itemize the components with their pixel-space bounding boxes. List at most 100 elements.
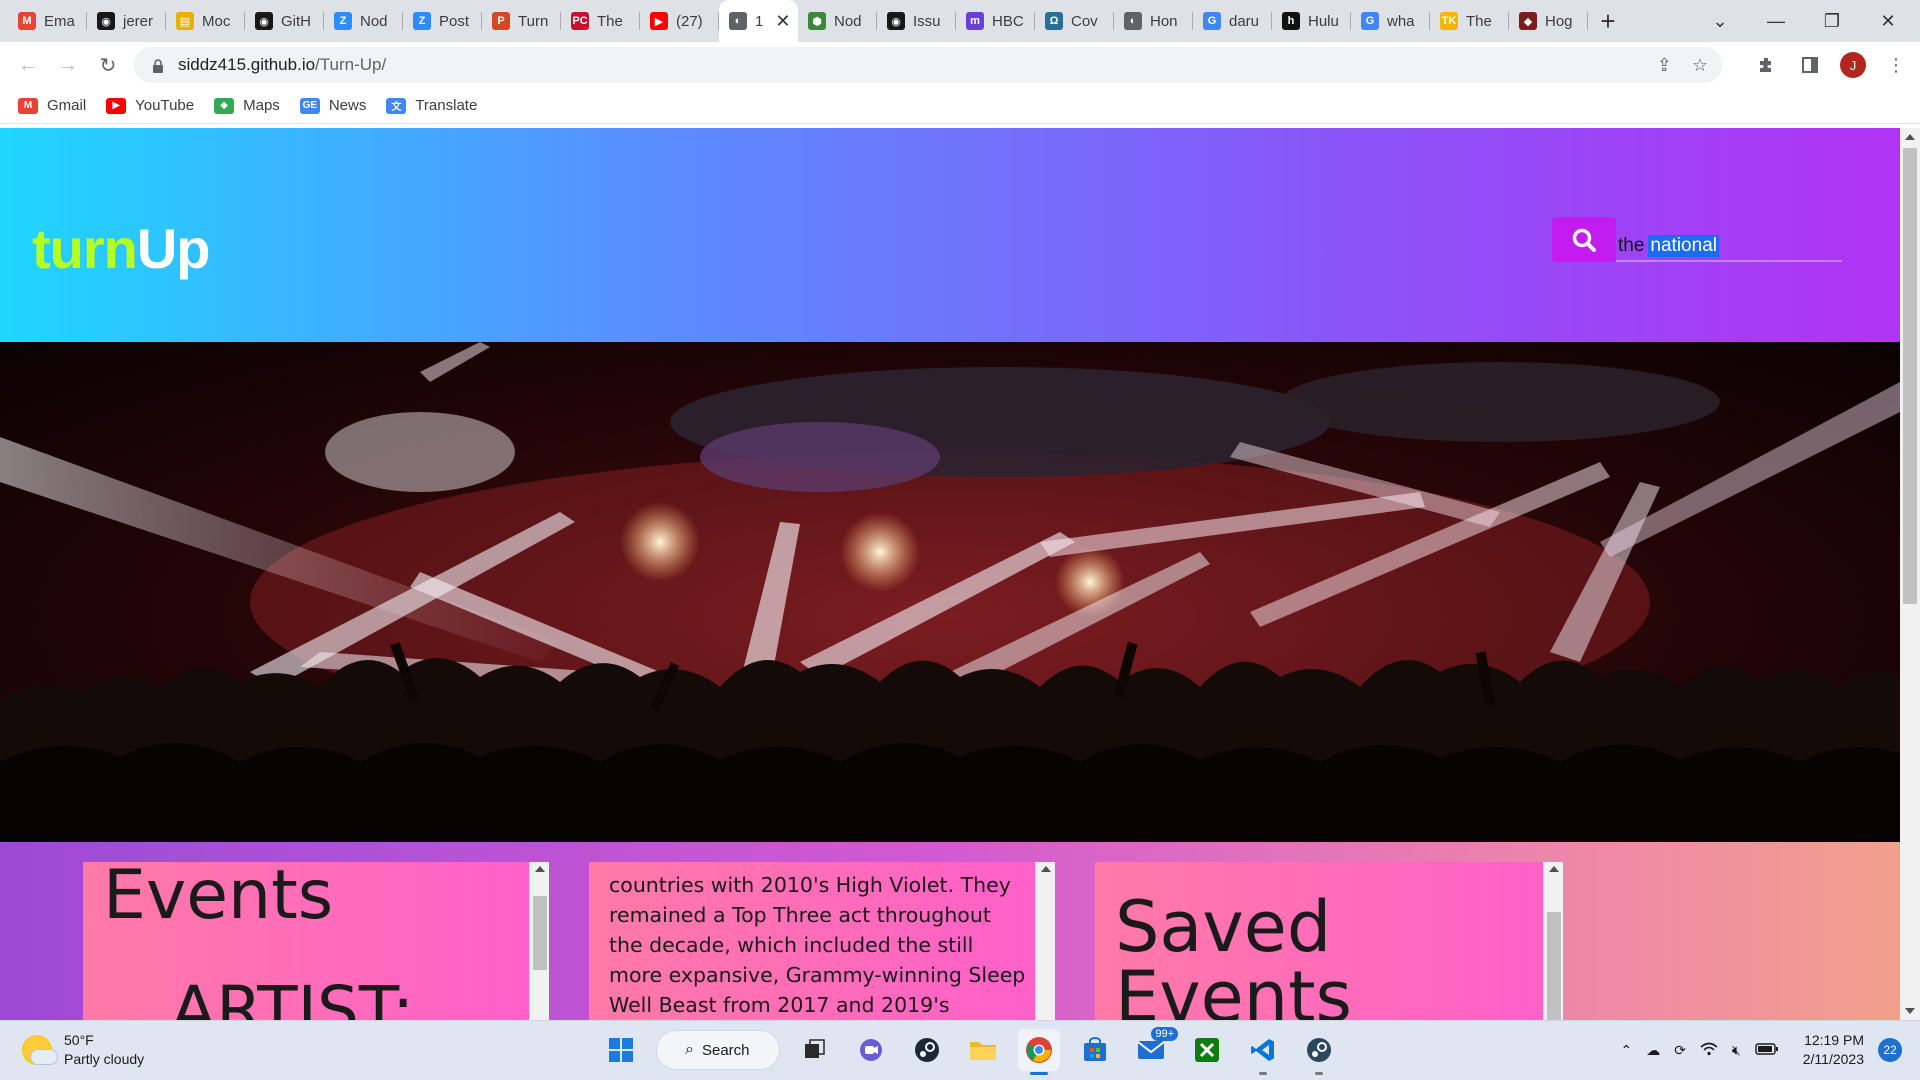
tab-search-icon[interactable]: ⌄ [1692, 0, 1748, 42]
pcgamer-icon: PC [571, 12, 589, 30]
artist-bio-panel[interactable]: countries with 2010's High Violet. They … [589, 862, 1055, 1020]
taskbar-apps: ⌕ Search 99+ [600, 1027, 1340, 1075]
battery-icon[interactable] [1755, 1042, 1779, 1058]
chrome-taskbar-button[interactable] [1018, 1029, 1060, 1075]
bookmark-maps[interactable]: ◆ Maps [214, 97, 280, 114]
browser-tab[interactable]: ▶ (27) [640, 0, 719, 42]
menu-kebab-icon[interactable]: ⋮ [1882, 45, 1910, 85]
tab-label: The [597, 12, 623, 30]
bookmark-youtube[interactable]: ▶ YouTube [106, 97, 194, 114]
bio-scrollbar[interactable] [1035, 862, 1055, 1020]
tab-label: Ema [44, 12, 75, 30]
close-tab-icon[interactable]: ✕ [775, 11, 790, 32]
search-magnifier-icon: ⌕ [685, 1041, 694, 1058]
chrome-icon [1026, 1037, 1052, 1063]
browser-tab[interactable]: ◐ 1 ✕ [719, 0, 798, 42]
search-icon [1572, 228, 1596, 252]
taskbar-search[interactable]: ⌕ Search [656, 1030, 780, 1070]
browser-tab[interactable]: P Turn [482, 0, 561, 42]
browser-tab[interactable]: ▤ Moc [166, 0, 245, 42]
new-tab-button[interactable]: + [1588, 0, 1628, 42]
onedrive-cloud-icon[interactable]: ☁ [1646, 1042, 1660, 1059]
steam-icon [1307, 1038, 1331, 1062]
browser-tab[interactable]: ◉ Issu [877, 0, 956, 42]
news-icon: GE [299, 97, 320, 114]
mail-icon [1137, 1041, 1165, 1059]
bookmarks-bar: M Gmail ▶ YouTube ◆ Maps GE News 文 Translate [0, 88, 1920, 124]
mail-taskbar-button[interactable]: 99+ [1130, 1027, 1178, 1071]
steam-client-taskbar-button[interactable] [1298, 1029, 1340, 1075]
browser-tab[interactable]: PC The [561, 0, 640, 42]
browser-tab[interactable]: M Ema [8, 0, 87, 42]
browser-tab[interactable]: TK The [1430, 0, 1509, 42]
youtube-icon: ▶ [650, 12, 668, 30]
forward-button[interactable]: → [48, 45, 88, 85]
browser-tab[interactable]: h Hulu [1272, 0, 1351, 42]
volume-muted-icon[interactable]: 🔇︎ [1732, 1042, 1741, 1059]
bookmark-gmail[interactable]: M Gmail [18, 97, 86, 114]
hogwarts-icon: ◆ [1519, 12, 1537, 30]
taskbar-search-label: Search [701, 1041, 750, 1059]
tab-label: Nod [834, 12, 862, 30]
tab-label: Moc [202, 12, 231, 30]
share-icon[interactable]: ⇪ [1657, 55, 1672, 76]
wifi-icon[interactable] [1700, 1042, 1718, 1059]
close-window-button[interactable]: ✕ [1860, 0, 1916, 42]
steam-taskbar-button[interactable] [906, 1029, 948, 1071]
browser-tab[interactable]: Gwha [1351, 0, 1430, 42]
show-hidden-icons-chevron-icon[interactable]: ⌃ [1620, 1042, 1632, 1059]
browser-tab[interactable]: ◆ Hog [1509, 0, 1588, 42]
scroll-up-arrow-icon[interactable] [1905, 134, 1915, 140]
side-panel-icon[interactable] [1796, 45, 1824, 85]
store-taskbar-button[interactable] [1074, 1029, 1116, 1071]
browser-tab[interactable]: Ω Cov [1035, 0, 1114, 42]
browser-tab[interactable]: Z Post [403, 0, 482, 42]
site-logo[interactable]: turnUp [32, 216, 211, 281]
bookmark-label: News [328, 97, 367, 114]
clock-date: 2/11/2023 [1802, 1051, 1864, 1067]
bookmark-news[interactable]: GE News [299, 97, 367, 114]
xbox-taskbar-button[interactable] [1186, 1029, 1228, 1071]
search-text: the [1618, 235, 1645, 256]
browser-tab[interactable]: Z Nod [324, 0, 403, 42]
events-panel[interactable]: Events ARTIST: [83, 862, 549, 1020]
teams-chat-button[interactable] [850, 1029, 892, 1071]
page-scrollbar[interactable] [1900, 128, 1920, 1020]
browser-tab[interactable]: Gdaru [1193, 0, 1272, 42]
youtube-icon: ▶ [106, 97, 127, 114]
page-scroll-thumb[interactable] [1903, 148, 1917, 604]
events-scrollbar[interactable] [529, 862, 549, 1020]
notification-count[interactable]: 22 [1878, 1038, 1902, 1062]
profile-avatar[interactable]: J [1840, 52, 1866, 78]
browser-tab[interactable]: ◐ Hon [1114, 0, 1193, 42]
minimize-button[interactable]: — [1748, 0, 1804, 42]
sync-icon[interactable]: ⟳ [1674, 1042, 1686, 1059]
scroll-down-arrow-icon[interactable] [1905, 1008, 1915, 1014]
bookmark-translate[interactable]: 文 Translate [386, 97, 477, 114]
bookmark-star-icon[interactable]: ☆ [1692, 55, 1708, 76]
task-view-button[interactable] [794, 1029, 836, 1071]
address-bar[interactable]: siddz415.github.io/Turn-Up/ ⇪ ☆ [134, 47, 1722, 83]
clock[interactable]: 12:19 PM 2/11/2023 [1803, 1031, 1864, 1069]
extensions-icon[interactable] [1752, 45, 1780, 85]
artist-search-input[interactable]: the national [1616, 232, 1842, 262]
partly-cloudy-icon [22, 1035, 58, 1065]
tab-label: Hulu [1308, 12, 1339, 30]
vscode-taskbar-button[interactable] [1242, 1029, 1284, 1075]
bookmark-label: Translate [415, 97, 478, 114]
browser-tab[interactable]: ⬢ Nod [798, 0, 877, 42]
m-logo-icon: m [966, 12, 984, 30]
weather-temperature: 50°F [64, 1032, 94, 1048]
saved-events-panel[interactable]: Saved Events [1095, 862, 1563, 1020]
browser-tab[interactable]: m HBC [956, 0, 1035, 42]
back-button[interactable]: ← [8, 45, 48, 85]
restore-button[interactable]: ❐ [1804, 0, 1860, 42]
saved-scrollbar[interactable] [1543, 862, 1563, 1020]
start-button[interactable] [600, 1029, 642, 1071]
browser-tab[interactable]: ◉ jerer [87, 0, 166, 42]
weather-widget[interactable]: 50°F Partly cloudy [22, 1031, 144, 1069]
search-button[interactable] [1552, 217, 1616, 262]
browser-tab[interactable]: ◉ GitH [245, 0, 324, 42]
reload-button[interactable]: ↻ [88, 45, 128, 85]
file-explorer-button[interactable] [962, 1029, 1004, 1071]
